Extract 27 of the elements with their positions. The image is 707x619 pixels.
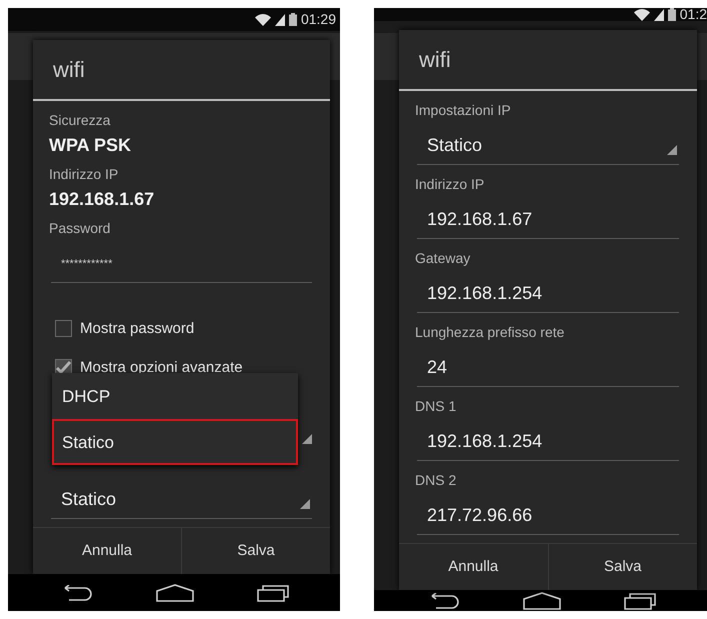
info-value: 192.168.1.67 (49, 188, 154, 212)
dropdown-option[interactable]: Statico (52, 419, 298, 466)
field-label: Lunghezza prefisso rete (415, 323, 564, 342)
dropdown-field[interactable]: Statico (51, 481, 312, 520)
field-label: Impostazioni IP (415, 101, 511, 120)
input-field[interactable]: 217.72.96.66 (417, 497, 679, 536)
input-field[interactable]: 24 (417, 349, 679, 388)
dialog-button[interactable]: Annulla (399, 544, 548, 590)
password-field[interactable]: ************ (51, 245, 312, 284)
dialog-title: wifi (53, 56, 85, 84)
field-label: DNS 1 (415, 397, 456, 416)
input-field[interactable]: 192.168.1.254 (417, 423, 679, 462)
status-time: 01:2 (680, 8, 707, 22)
field-label: Sicurezza (49, 111, 110, 130)
dialog-title: wifi (419, 46, 451, 74)
field-label: Gateway (415, 249, 470, 268)
input-field[interactable]: 192.168.1.67 (417, 201, 679, 240)
status-time: 01:29 (300, 10, 336, 30)
input-field[interactable]: 192.168.1.254 (417, 275, 679, 314)
field-label: Indirizzo IP (49, 165, 118, 184)
dialog-button[interactable]: Annulla (33, 528, 181, 574)
field-label: Indirizzo IP (415, 175, 484, 194)
info-value: WPA PSK (49, 134, 132, 158)
dropdown-field[interactable]: Statico (417, 127, 679, 166)
field-label: Password (49, 219, 110, 238)
field-label: DNS 2 (415, 471, 456, 490)
checkbox-label: Mostra password (80, 318, 194, 339)
